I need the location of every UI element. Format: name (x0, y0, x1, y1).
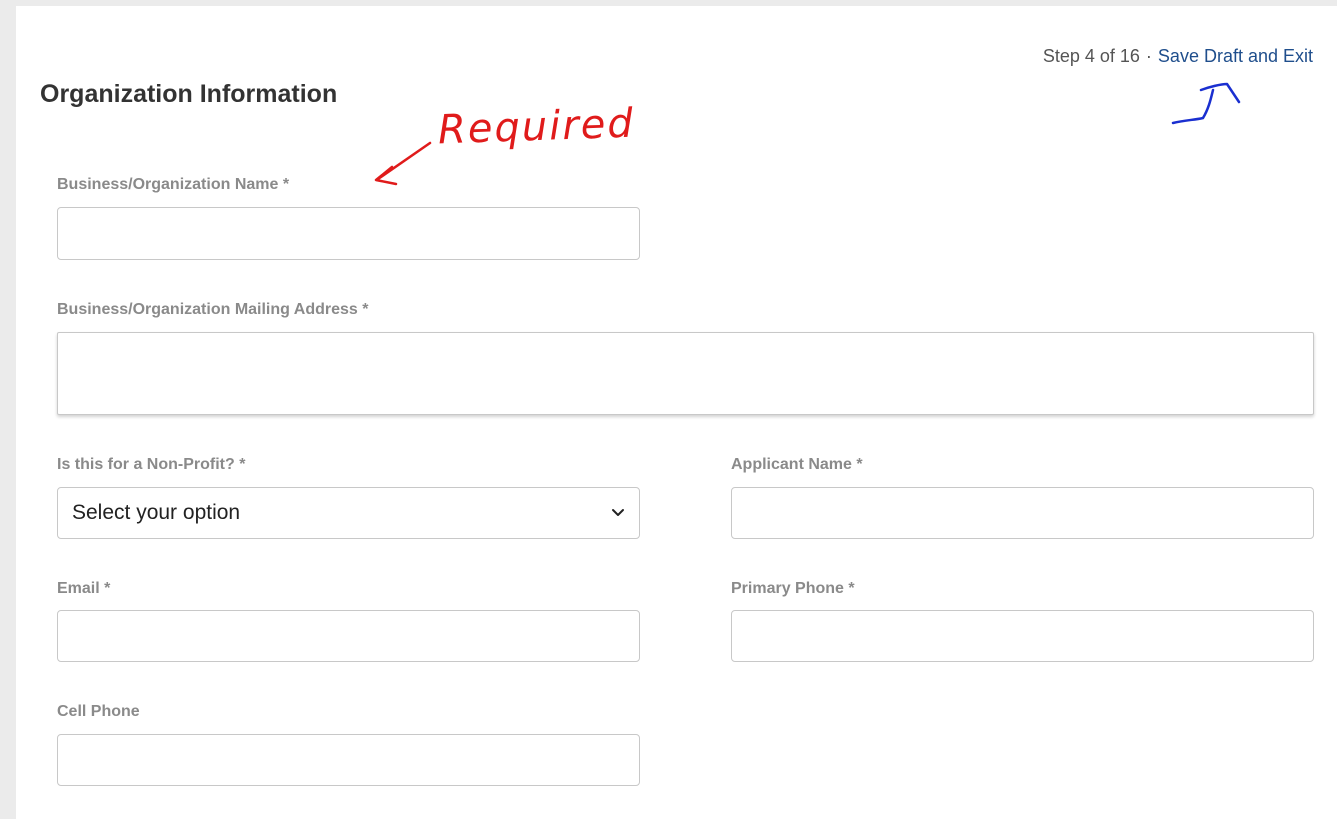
mailing-address-textarea[interactable] (57, 332, 1314, 415)
step-counter: Step 4 of 16 (1042, 46, 1140, 66)
email-input[interactable] (57, 610, 640, 662)
non-profit-selected-value: Select your option (72, 501, 241, 524)
page-title: Organization Information (40, 80, 338, 108)
red-arrow-annotation (374, 141, 432, 186)
org-name-input[interactable] (57, 207, 640, 260)
step-separator: · (1145, 46, 1152, 66)
cell-phone-input[interactable] (57, 734, 640, 786)
handwritten-required-note: Required (437, 100, 636, 154)
email-label: Email * (57, 580, 111, 597)
primary-phone-input[interactable] (731, 610, 1314, 662)
applicant-name-input[interactable] (731, 487, 1314, 539)
step-indicator: Step 4 of 16 · Save Draft and Exit (1043, 46, 1313, 67)
non-profit-select[interactable]: Select your option (57, 487, 640, 539)
chevron-down-icon (612, 509, 624, 516)
mailing-address-label: Business/Organization Mailing Address * (57, 301, 369, 318)
applicant-name-label: Applicant Name * (731, 456, 863, 473)
non-profit-label: Is this for a Non-Profit? * (57, 456, 246, 473)
cell-phone-label: Cell Phone (57, 703, 140, 720)
org-name-label: Business/Organization Name * (57, 176, 290, 193)
save-draft-exit-link[interactable]: Save Draft and Exit (1158, 46, 1313, 66)
blue-arrow-annotation (1171, 82, 1241, 125)
primary-phone-label: Primary Phone * (731, 580, 855, 597)
